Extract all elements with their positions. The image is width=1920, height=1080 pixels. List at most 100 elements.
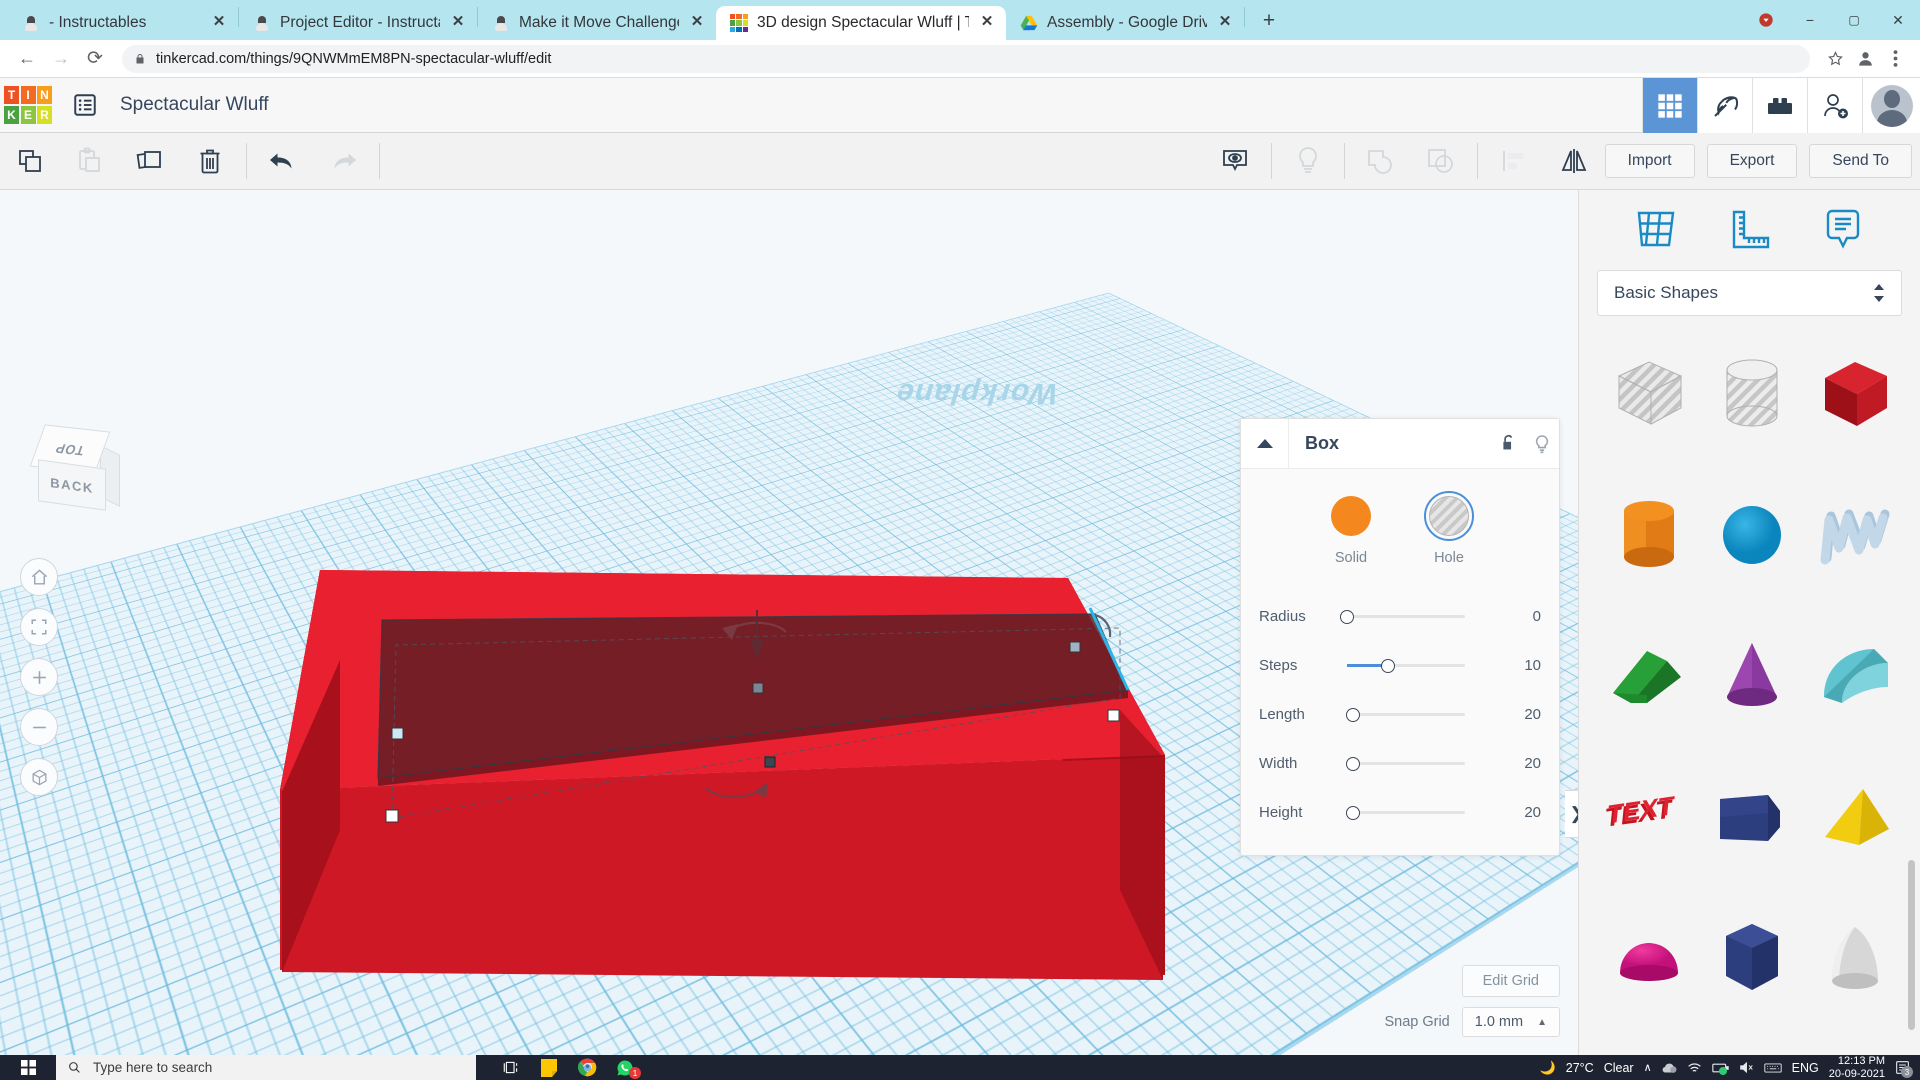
- view-cube[interactable]: TOP BACK: [30, 428, 120, 518]
- copy-button[interactable]: [0, 133, 60, 189]
- new-tab-button[interactable]: +: [1255, 8, 1283, 36]
- whatsapp-button[interactable]: 1: [608, 1055, 642, 1080]
- window-close-button[interactable]: ✕: [1876, 4, 1920, 36]
- unlock-icon[interactable]: [1491, 434, 1525, 453]
- solid-option[interactable]: Solid: [1326, 491, 1376, 566]
- close-icon[interactable]: ✕: [449, 14, 467, 32]
- slider-knob[interactable]: [1346, 757, 1360, 771]
- slider-track[interactable]: [1347, 713, 1465, 716]
- search-input[interactable]: Type here to search: [56, 1055, 476, 1080]
- zoom-out-button[interactable]: [20, 708, 58, 746]
- export-button[interactable]: Export: [1707, 144, 1798, 178]
- tinkercad-logo[interactable]: T I N K E R: [4, 86, 52, 124]
- delete-button[interactable]: [180, 133, 240, 189]
- snap-grid-select[interactable]: 1.0 mm ▲: [1462, 1007, 1560, 1037]
- blocks-button[interactable]: [1752, 78, 1807, 133]
- slider-track[interactable]: [1347, 615, 1465, 618]
- note-tool[interactable]: [1816, 202, 1870, 256]
- 3d-viewport[interactable]: Workplane: [0, 190, 1578, 1055]
- extension-shield-icon[interactable]: [1744, 4, 1788, 36]
- task-view-button[interactable]: [494, 1055, 528, 1080]
- group-button[interactable]: [1351, 133, 1411, 189]
- close-icon[interactable]: ✕: [978, 14, 996, 32]
- text-shape[interactable]: TEXT TEXT: [1597, 754, 1700, 882]
- page-title[interactable]: Spectacular Wluff: [120, 94, 269, 116]
- slider-knob[interactable]: [1346, 806, 1360, 820]
- slider-track[interactable]: [1347, 664, 1465, 667]
- sphere-shape[interactable]: [1700, 471, 1803, 599]
- cone-shape[interactable]: [1700, 612, 1803, 740]
- wedge-shape[interactable]: [1700, 754, 1803, 882]
- browser-tab-2[interactable]: Make it Move Challenge - Instruc ✕: [478, 6, 716, 40]
- slider-track[interactable]: [1347, 762, 1465, 765]
- reload-button[interactable]: ⟳: [80, 44, 110, 74]
- close-icon[interactable]: ✕: [1216, 14, 1234, 32]
- view-cube-front-face[interactable]: BACK: [38, 459, 106, 511]
- browser-tab-1[interactable]: Project Editor - Instructables ✕: [239, 6, 477, 40]
- keyboard-icon[interactable]: [1764, 1062, 1782, 1074]
- expand-sidebar-button[interactable]: ❯: [1565, 790, 1578, 838]
- slider-length[interactable]: Length 20: [1241, 690, 1559, 739]
- invite-button[interactable]: [1807, 78, 1862, 133]
- fit-view-button[interactable]: [20, 608, 58, 646]
- tray-expand-button[interactable]: ∧: [1644, 1061, 1652, 1074]
- project-list-icon[interactable]: [72, 90, 102, 120]
- window-minimize-button[interactable]: −: [1788, 4, 1832, 36]
- slider-knob[interactable]: [1340, 610, 1354, 624]
- weather-temperature[interactable]: 27°C: [1566, 1061, 1594, 1075]
- projection-toggle-button[interactable]: [20, 758, 58, 796]
- battery-charging-icon[interactable]: [1712, 1062, 1729, 1074]
- box-hole-shape[interactable]: [1597, 330, 1700, 458]
- close-icon[interactable]: ✕: [688, 14, 706, 32]
- chrome-button[interactable]: [570, 1055, 604, 1080]
- cylinder-shape[interactable]: [1597, 471, 1700, 599]
- wifi-icon[interactable]: [1687, 1062, 1702, 1074]
- slider-width[interactable]: Width 20: [1241, 739, 1559, 788]
- slider-knob[interactable]: [1381, 659, 1395, 673]
- paste-button[interactable]: [60, 133, 120, 189]
- mirror-button[interactable]: [1544, 133, 1604, 189]
- ruler-tool[interactable]: [1722, 202, 1776, 256]
- slider-value[interactable]: 20: [1495, 755, 1541, 772]
- ungroup-button[interactable]: [1411, 133, 1471, 189]
- weather-condition[interactable]: Clear: [1604, 1061, 1634, 1075]
- show-hide-button[interactable]: [1205, 133, 1265, 189]
- sidebar-scrollbar[interactable]: [1908, 860, 1915, 1030]
- pyramid-shape[interactable]: [1803, 754, 1906, 882]
- clock[interactable]: 12:13 PM 20-09-2021: [1829, 1055, 1885, 1080]
- window-maximize-button[interactable]: ▢: [1832, 4, 1876, 36]
- slider-steps[interactable]: Steps 10: [1241, 641, 1559, 690]
- three-dot-menu-icon[interactable]: [1882, 46, 1908, 72]
- send-to-button[interactable]: Send To: [1809, 144, 1912, 178]
- sticky-notes-button[interactable]: [532, 1055, 566, 1080]
- collapse-up-icon[interactable]: [1241, 419, 1289, 468]
- edit-grid-button[interactable]: Edit Grid: [1462, 965, 1560, 997]
- language-indicator[interactable]: ENG: [1792, 1061, 1819, 1075]
- round-roof-shape[interactable]: [1803, 612, 1906, 740]
- user-avatar[interactable]: [1862, 78, 1920, 133]
- browser-tab-4[interactable]: Assembly - Google Drive ✕: [1006, 6, 1244, 40]
- redo-button[interactable]: [313, 133, 373, 189]
- browser-tab-0[interactable]: - Instructables ✕: [8, 6, 238, 40]
- slider-value[interactable]: 20: [1495, 706, 1541, 723]
- hole-option[interactable]: Hole: [1424, 491, 1474, 566]
- notification-icon[interactable]: 3: [1895, 1060, 1910, 1075]
- volume-muted-icon[interactable]: [1739, 1061, 1754, 1074]
- back-button[interactable]: ←: [12, 44, 42, 74]
- box-shape[interactable]: [1803, 330, 1906, 458]
- paraboloid-shape[interactable]: [1803, 895, 1906, 1023]
- slider-value[interactable]: 0: [1495, 608, 1541, 625]
- shape-category-select[interactable]: Basic Shapes: [1597, 270, 1902, 316]
- undo-button[interactable]: [253, 133, 313, 189]
- slider-radius[interactable]: Radius 0: [1241, 592, 1559, 641]
- slider-value[interactable]: 20: [1495, 804, 1541, 821]
- slider-knob[interactable]: [1346, 708, 1360, 722]
- cylinder-hole-shape[interactable]: [1700, 330, 1803, 458]
- windows-start-button[interactable]: [0, 1055, 56, 1080]
- roof-shape[interactable]: [1597, 612, 1700, 740]
- onedrive-sync-icon[interactable]: [1662, 1062, 1677, 1074]
- zoom-in-button[interactable]: [20, 658, 58, 696]
- browser-tab-3-active[interactable]: 3D design Spectacular Wluff | Tin ✕: [716, 6, 1006, 40]
- lightbulb-icon[interactable]: [1525, 434, 1559, 454]
- slider-height[interactable]: Height 20: [1241, 788, 1559, 837]
